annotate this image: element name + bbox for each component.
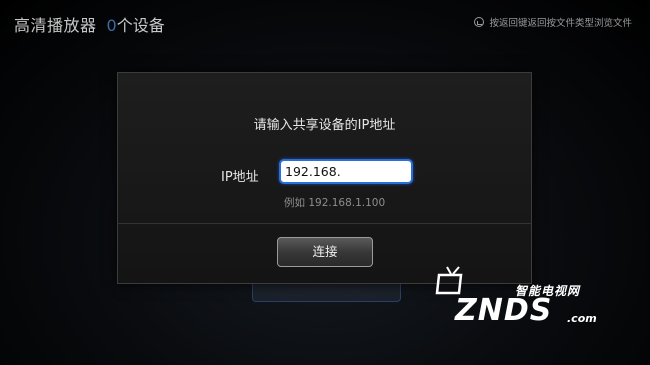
ip-input-dialog: 请输入共享设备的IP地址 IP地址 例如 192.168.1.100 连接 <box>117 72 532 284</box>
back-hint: 按返回键返回按文件类型浏览文件 <box>474 15 632 29</box>
connect-button[interactable]: 连接 <box>277 237 373 267</box>
watermark-suffix-text: .com <box>567 312 597 325</box>
ip-example-text: 例如 192.168.1.100 <box>284 197 386 209</box>
app-title: 高清播放器 <box>14 16 97 35</box>
dialog-divider <box>118 223 531 224</box>
watermark-main-text: ZNDS <box>455 293 553 328</box>
header-bar: 高清播放器 0 个设备 <box>14 12 165 35</box>
back-circle-icon <box>474 17 485 27</box>
ip-address-label: IP地址 <box>221 170 259 185</box>
znds-watermark: 智能电视网 ZNDS .com <box>435 265 635 335</box>
dialog-title: 请输入共享设备的IP地址 <box>253 118 396 133</box>
ip-address-input[interactable] <box>279 159 413 184</box>
device-count: 0 <box>106 16 117 35</box>
device-label: 个设备 <box>116 16 165 35</box>
tv-logo-icon <box>435 266 463 295</box>
back-hint-text: 按返回键返回按文件类型浏览文件 <box>489 18 632 29</box>
